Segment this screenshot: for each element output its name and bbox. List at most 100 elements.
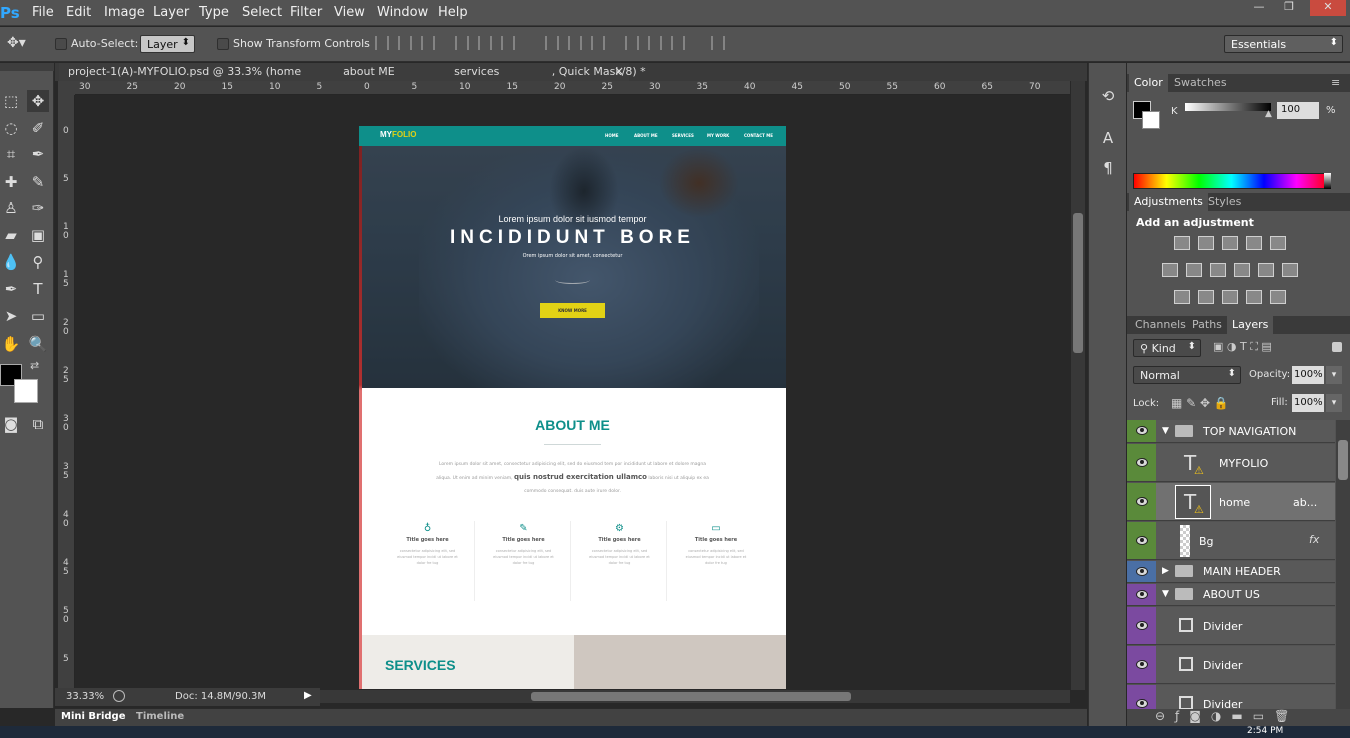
- close-button[interactable]: ✕: [1310, 0, 1346, 16]
- tab-paths[interactable]: Paths: [1192, 318, 1222, 331]
- type-tool-icon[interactable]: T: [27, 278, 49, 300]
- channel-mixer-icon[interactable]: [1258, 263, 1274, 277]
- collapse-arrow-icon[interactable]: ▶: [1162, 566, 1169, 576]
- ruler-origin[interactable]: [58, 81, 75, 95]
- tab-adjustments[interactable]: Adjustments: [1129, 193, 1208, 211]
- color-lookup-icon[interactable]: [1282, 263, 1298, 277]
- zoom-tool-icon[interactable]: 🔍: [27, 333, 49, 355]
- nav-my-work[interactable]: MY WORK: [707, 133, 729, 138]
- lasso-tool-icon[interactable]: ◌: [0, 117, 22, 139]
- black-white-icon[interactable]: [1210, 263, 1226, 277]
- align-top-icon[interactable]: [375, 36, 389, 50]
- nav-home[interactable]: HOME: [605, 133, 618, 138]
- distribute-hcenter-icon[interactable]: [648, 36, 662, 50]
- fx-icon[interactable]: fx: [1309, 533, 1319, 546]
- align-right-icon[interactable]: [501, 36, 515, 50]
- color-bg-swatch[interactable]: [1142, 111, 1160, 129]
- menu-type[interactable]: Type: [199, 5, 229, 20]
- visibility-toggle[interactable]: [1127, 522, 1156, 559]
- levels-icon[interactable]: [1198, 236, 1214, 250]
- know-more-button[interactable]: KNOW MORE: [540, 303, 605, 318]
- layer-row[interactable]: Divider: [1127, 646, 1335, 684]
- move-tool-icon[interactable]: ✥▾: [7, 35, 26, 51]
- eraser-tool-icon[interactable]: ▰: [0, 224, 22, 246]
- hand-tool-icon[interactable]: ✋: [0, 333, 22, 355]
- gradient-map-icon[interactable]: [1270, 290, 1286, 304]
- opacity-field[interactable]: 100%: [1292, 366, 1324, 384]
- canvas[interactable]: MYFOLIO HOME ABOUT ME SERVICES MY WORK C…: [359, 126, 786, 689]
- restore-button[interactable]: ❐: [1274, 0, 1304, 16]
- lock-icons[interactable]: ▦ ✎ ✥ 🔒: [1171, 396, 1229, 410]
- tab-channels[interactable]: Channels: [1135, 318, 1186, 331]
- invert-icon[interactable]: [1174, 290, 1190, 304]
- menu-image[interactable]: Image: [104, 5, 145, 20]
- brightness-icon[interactable]: [1174, 236, 1190, 250]
- nav-about[interactable]: ABOUT ME: [634, 133, 658, 138]
- document-close-icon[interactable]: ×: [614, 64, 624, 78]
- color-balance-icon[interactable]: [1186, 263, 1202, 277]
- auto-select-dropdown[interactable]: Layer: [140, 35, 195, 53]
- layers-scrollbar[interactable]: [1336, 420, 1350, 709]
- tab-layers[interactable]: Layers: [1227, 316, 1274, 334]
- tab-color[interactable]: Color: [1129, 74, 1168, 92]
- distribute-right-icon[interactable]: [671, 36, 685, 50]
- visibility-toggle[interactable]: [1127, 685, 1156, 709]
- paragraph-panel-icon[interactable]: ¶: [1097, 157, 1119, 179]
- expand-arrow-icon[interactable]: ▼: [1162, 589, 1169, 599]
- layer-row[interactable]: Divider: [1127, 607, 1335, 645]
- layers-scroll-thumb[interactable]: [1338, 440, 1348, 480]
- blend-mode-dropdown[interactable]: Normal: [1133, 366, 1241, 384]
- transform-controls-checkbox[interactable]: [217, 38, 229, 50]
- layer-row[interactable]: Bg fx: [1127, 522, 1335, 560]
- fill-field[interactable]: 100%: [1292, 394, 1324, 412]
- vertical-scroll-thumb[interactable]: [1073, 213, 1083, 353]
- layer-row[interactable]: ▶ MAIN HEADER: [1127, 561, 1335, 583]
- eyedropper-tool-icon[interactable]: ✒: [27, 143, 49, 165]
- tab-styles[interactable]: Styles: [1208, 195, 1241, 208]
- document-tab[interactable]: project-1(A)-MYFOLIO.psd @ 33.3% (home a…: [59, 63, 646, 81]
- layer-filter-kind[interactable]: ⚲ Kind: [1133, 339, 1201, 357]
- filter-type-icons[interactable]: ▣ ◑ T ⛶ ▤: [1213, 340, 1272, 354]
- align-left-icon[interactable]: [455, 36, 469, 50]
- selective-color-icon[interactable]: [1246, 290, 1262, 304]
- align-hcenter-icon[interactable]: [478, 36, 492, 50]
- fill-arrow[interactable]: ▾: [1326, 394, 1342, 412]
- opacity-arrow[interactable]: ▾: [1326, 366, 1342, 384]
- background-color-swatch[interactable]: [14, 379, 38, 403]
- swap-colors-icon[interactable]: ⇄: [30, 359, 39, 372]
- curves-icon[interactable]: [1222, 236, 1238, 250]
- auto-align-icon[interactable]: [711, 36, 725, 50]
- clone-stamp-tool-icon[interactable]: ♙: [0, 197, 22, 219]
- distribute-left-icon[interactable]: [625, 36, 639, 50]
- photo-filter-icon[interactable]: [1234, 263, 1250, 277]
- menu-window[interactable]: Window: [377, 5, 428, 20]
- horizontal-scrollbar[interactable]: [320, 690, 1070, 703]
- visibility-toggle[interactable]: [1127, 420, 1156, 442]
- layer-row[interactable]: Divider: [1127, 685, 1335, 709]
- filter-toggle[interactable]: [1332, 342, 1342, 352]
- visibility-toggle[interactable]: [1127, 444, 1156, 481]
- color-ramp[interactable]: [1133, 173, 1330, 189]
- align-vcenter-icon[interactable]: [398, 36, 412, 50]
- brush-tool-icon[interactable]: ✎: [27, 171, 49, 193]
- posterize-icon[interactable]: [1198, 290, 1214, 304]
- layer-row[interactable]: T ⚠ MYFOLIO: [1127, 444, 1335, 482]
- align-bottom-icon[interactable]: [421, 36, 435, 50]
- gradient-tool-icon[interactable]: ▣: [27, 224, 49, 246]
- nav-services[interactable]: SERVICES: [672, 133, 694, 138]
- marquee-tool-icon[interactable]: ⬚: [0, 90, 22, 112]
- layer-row[interactable]: ▼ TOP NAVIGATION: [1127, 420, 1335, 443]
- tab-mini-bridge[interactable]: Mini Bridge: [61, 711, 126, 722]
- menu-file[interactable]: File: [32, 5, 54, 20]
- minimize-button[interactable]: —: [1244, 0, 1274, 16]
- workspace-dropdown[interactable]: Essentials: [1224, 35, 1343, 53]
- layers-footer-icons[interactable]: ⊖ƒ◙◑▬▭🗑: [1127, 709, 1350, 726]
- vibrance-icon[interactable]: [1270, 236, 1286, 250]
- menu-select[interactable]: Select: [242, 5, 282, 20]
- dodge-tool-icon[interactable]: ⚲: [27, 251, 49, 273]
- vertical-scrollbar[interactable]: [1071, 81, 1085, 690]
- move-tool-icon[interactable]: ✥: [27, 90, 49, 112]
- pen-tool-icon[interactable]: ✒: [0, 278, 22, 300]
- quick-select-tool-icon[interactable]: ✐: [27, 117, 49, 139]
- rectangle-tool-icon[interactable]: ▭: [27, 305, 49, 327]
